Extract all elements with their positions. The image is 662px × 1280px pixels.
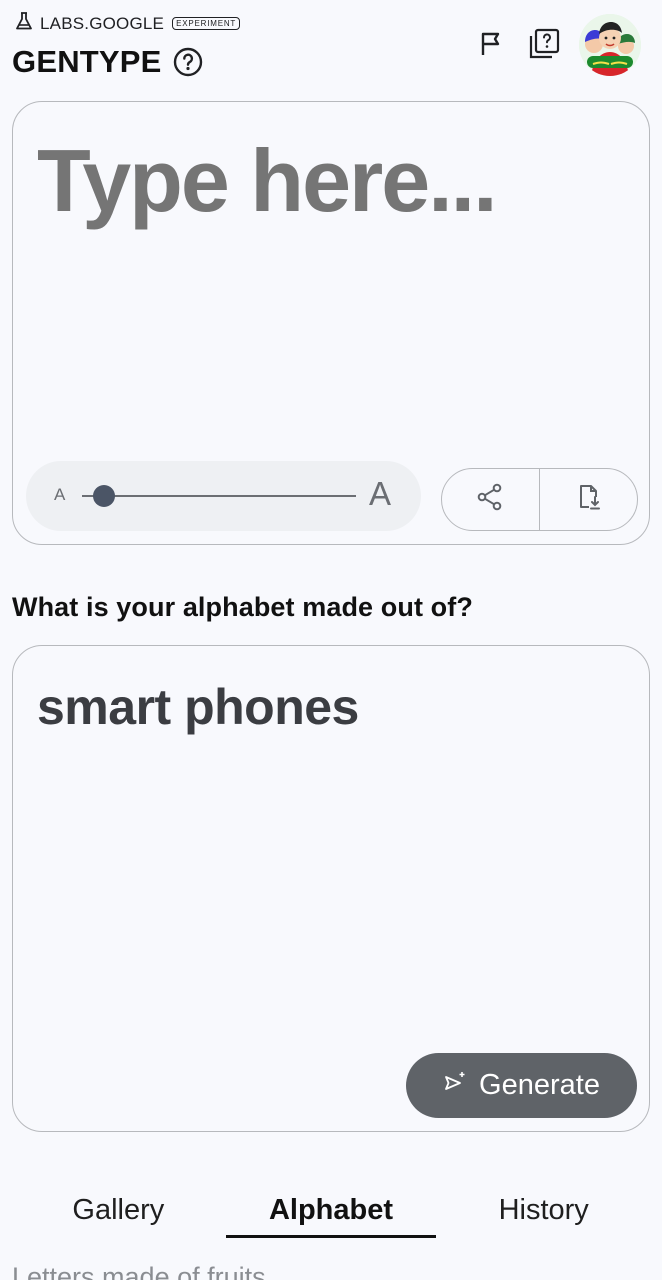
tab-bar: Gallery Alphabet History <box>12 1188 650 1248</box>
download-file-icon <box>574 482 604 517</box>
size-small-label: A <box>54 485 66 504</box>
prompt-input[interactable]: smart phones <box>37 678 359 736</box>
font-size-slider[interactable]: A A <box>26 461 421 531</box>
size-large-label: A <box>369 475 392 512</box>
gallery-item-peek[interactable]: Letters made of fruits <box>12 1262 266 1280</box>
share-icon <box>475 482 505 517</box>
report-button[interactable] <box>475 30 507 62</box>
type-input[interactable] <box>37 130 627 232</box>
help-panel-button[interactable] <box>526 28 562 64</box>
flag-icon <box>477 30 505 63</box>
brand[interactable]: LABS.GOOGLE EXPERIMENT <box>14 11 241 36</box>
help-grid-icon <box>527 27 561 66</box>
download-button[interactable] <box>540 469 637 530</box>
page-title: GENTYPE <box>12 44 162 79</box>
generate-button[interactable]: Generate <box>406 1053 637 1118</box>
prompt-question: What is your alphabet made out of? <box>12 592 473 622</box>
prompt-card[interactable]: smart phones Generate <box>12 645 650 1132</box>
slider-track[interactable] <box>82 495 356 497</box>
type-card: A A <box>12 101 650 545</box>
brand-label: LABS.GOOGLE <box>40 13 165 33</box>
action-group <box>441 468 638 531</box>
help-circle-icon[interactable] <box>172 46 204 78</box>
slider-thumb[interactable] <box>92 485 115 507</box>
experiment-badge: EXPERIMENT <box>172 17 241 30</box>
flask-icon <box>14 11 34 36</box>
share-button[interactable] <box>442 469 539 530</box>
generate-label: Generate <box>479 1069 600 1101</box>
sparkle-send-icon <box>443 1069 467 1102</box>
tab-history[interactable]: History <box>437 1188 650 1248</box>
title-row: GENTYPE <box>12 44 204 80</box>
avatar[interactable] <box>579 14 641 76</box>
tab-gallery[interactable]: Gallery <box>12 1188 225 1248</box>
tab-alphabet[interactable]: Alphabet <box>225 1188 438 1248</box>
